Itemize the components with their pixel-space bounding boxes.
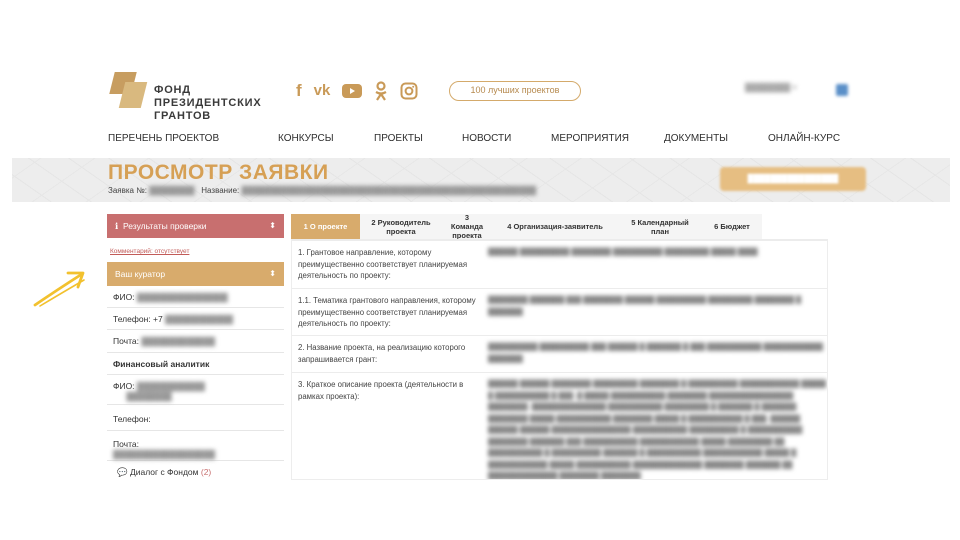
- curator-phone-label: Телефон: +7: [113, 314, 163, 324]
- tab-applicant-org[interactable]: 4 Организация-заявитель: [492, 214, 618, 239]
- analyst-phone-label: Телефон:: [113, 414, 151, 424]
- curator-mail: Почта: █████████████: [107, 330, 284, 353]
- pointer-arrow-icon: [32, 268, 90, 313]
- curator-header[interactable]: Ваш куратор ⬍: [107, 262, 284, 286]
- main-nav: ПЕРЕЧЕНЬ ПРОЕКТОВ КОНКУРСЫ ПРОЕКТЫ НОВОС…: [108, 133, 840, 147]
- question-label: 1.1. Тематика грантового направления, ко…: [298, 296, 476, 328]
- foundation-logo[interactable]: ФОНД ПРЕЗИДЕНТСКИХ ГРАНТОВ: [108, 72, 262, 123]
- analyst-fio-label: ФИО:: [113, 381, 135, 391]
- user-icon[interactable]: [836, 84, 848, 96]
- nav-projects[interactable]: ПРОЕКТЫ: [374, 133, 423, 144]
- question-row: 2. Название проекта, на реализацию котор…: [292, 336, 827, 373]
- application-tabs: 1 О проекте 2 Руководитель проекта 3 Ком…: [291, 213, 762, 240]
- application-number-value: ████████: [149, 186, 195, 195]
- tab-project-head[interactable]: 2 Руководитель проекта: [360, 214, 442, 239]
- answer-value: ████████ ███████ ███ ████████ ██████ ███…: [488, 297, 802, 316]
- banner-action-button[interactable]: ████████████████: [720, 167, 866, 191]
- tab-content: 1. Грантовое направление, которому преим…: [291, 239, 828, 480]
- facebook-icon[interactable]: f: [296, 80, 302, 102]
- answer-value: ██████████ ██████████ ███ ██████ █ █████…: [488, 344, 823, 363]
- chevron-updown-icon: ⬍: [269, 221, 276, 230]
- analyst-phone: Телефон:: [107, 405, 284, 431]
- application-name-value: ████████████████████████████████████████…: [241, 186, 537, 195]
- application-meta: Заявка №: ████████ Название: ███████████…: [108, 186, 536, 195]
- nav-project-list[interactable]: ПЕРЕЧЕНЬ ПРОЕКТОВ: [108, 133, 219, 144]
- nav-events[interactable]: МЕРОПРИЯТИЯ: [551, 133, 629, 144]
- chevron-updown-icon: ⬍: [269, 269, 276, 278]
- question-label: 3. Краткое описание проекта (деятельност…: [298, 380, 464, 401]
- language-selector[interactable]: ████████ ▾: [745, 83, 797, 92]
- tab-budget[interactable]: 6 Бюджет: [702, 214, 762, 239]
- tab-calendar-plan[interactable]: 5 Календарный план: [618, 214, 702, 239]
- answer-value: ██████ ██████████ ████████ ██████████ ██…: [488, 249, 758, 256]
- page-banner: ПРОСМОТР ЗАЯВКИ Заявка №: ████████ Назва…: [12, 158, 950, 202]
- instagram-icon[interactable]: [400, 82, 418, 100]
- check-results-header[interactable]: ℹ Результаты проверки ⬍: [107, 214, 284, 238]
- application-name-label: Название:: [201, 186, 240, 195]
- application-number-label: Заявка №:: [108, 186, 148, 195]
- comment-link[interactable]: Комментарий: отсутствует: [107, 238, 284, 262]
- vk-icon[interactable]: vk: [314, 80, 331, 102]
- question-label: 2. Название проекта, на реализацию котор…: [298, 343, 466, 364]
- nav-online-course[interactable]: ОНЛАЙН-КУРС: [768, 133, 840, 144]
- nav-documents[interactable]: ДОКУМЕНТЫ: [664, 133, 728, 144]
- dialog-label: Диалог с Фондом: [129, 467, 199, 477]
- info-icon: ℹ: [115, 221, 119, 231]
- curator-phone: Телефон: +7 ████████████: [107, 308, 284, 330]
- question-row: 3. Краткое описание проекта (деятельност…: [292, 373, 827, 480]
- question-row: 1. Грантовое направление, которому преим…: [292, 241, 827, 289]
- analyst-heading: Финансовый аналитик: [107, 353, 284, 375]
- analyst-mail-label: Почта:: [113, 439, 139, 449]
- odnoklassniki-icon[interactable]: [374, 81, 388, 101]
- answer-value: ██████ ██████ ████████ █████████ ███████…: [488, 381, 826, 480]
- social-links: f vk: [296, 80, 418, 102]
- question-row: 1.1. Тематика грантового направления, ко…: [292, 289, 827, 336]
- tab-about-project[interactable]: 1 О проекте: [291, 214, 360, 239]
- nav-news[interactable]: НОВОСТИ: [462, 133, 511, 144]
- chat-icon: 💬: [117, 467, 128, 477]
- logo-mark-icon: [108, 72, 148, 108]
- curator-fio: ФИО: ████████████████: [107, 286, 284, 308]
- tab-project-team[interactable]: 3 Команда проекта: [442, 213, 492, 240]
- sidebar: ℹ Результаты проверки ⬍ Комментарий: отс…: [107, 214, 284, 480]
- curator-fio-label: ФИО:: [113, 292, 135, 302]
- nav-contests[interactable]: КОНКУРСЫ: [278, 133, 334, 144]
- analyst-mail: Почта: ██████████████████: [107, 431, 284, 461]
- youtube-icon[interactable]: [342, 83, 363, 99]
- curator-label: Ваш куратор: [115, 269, 166, 279]
- dialog-count-badge: (2): [200, 467, 212, 477]
- analyst-fio: ФИО: ████████████ ████████: [107, 375, 284, 405]
- best-projects-button[interactable]: 100 лучших проектов: [449, 81, 581, 101]
- logo-text: ФОНД ПРЕЗИДЕНТСКИХ ГРАНТОВ: [154, 84, 262, 122]
- page-title: ПРОСМОТР ЗАЯВКИ: [108, 161, 329, 184]
- dialog-with-fund[interactable]: 💬 Диалог с Фондом (2): [107, 461, 284, 484]
- curator-mail-label: Почта:: [113, 336, 139, 346]
- question-label: 1. Грантовое направление, которому преим…: [298, 248, 468, 280]
- check-results-label: Результаты проверки: [122, 221, 207, 231]
